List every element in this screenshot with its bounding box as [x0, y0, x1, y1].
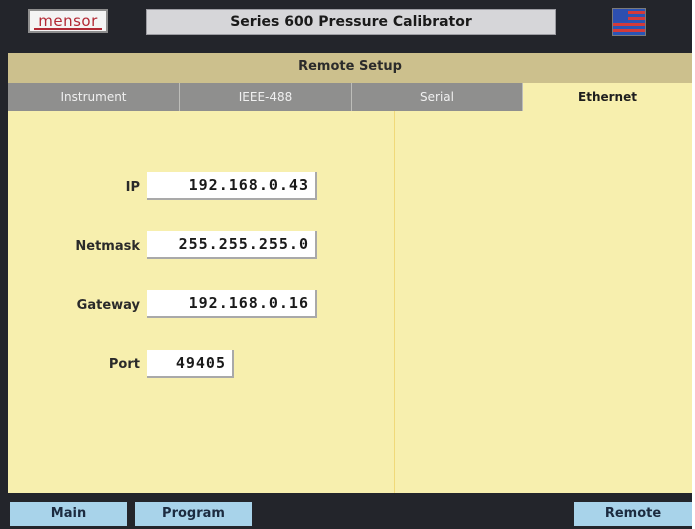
remote-button[interactable]: Remote — [574, 502, 692, 526]
tab-bar: Instrument IEEE-488 Serial Ethernet — [8, 83, 692, 111]
logo-underline — [34, 28, 102, 30]
us-flag-icon[interactable] — [612, 8, 646, 36]
tab-label: Serial — [420, 90, 454, 104]
netmask-field[interactable]: 255.255.255.0 — [147, 231, 317, 259]
tab-label: Instrument — [60, 90, 127, 104]
calibrator-display: mensor Series 600 Pressure Calibrator Re… — [0, 0, 695, 529]
remote-button-label: Remote — [604, 506, 662, 521]
main-button[interactable]: Main — [10, 502, 127, 526]
program-button[interactable]: Program — [135, 502, 252, 526]
bottom-bar: Main Program Remote — [0, 497, 692, 529]
section-header: Remote Setup — [8, 53, 692, 83]
gateway-field[interactable]: 192.168.0.16 — [147, 290, 317, 318]
section-title: Remote Setup — [298, 59, 402, 74]
tab-instrument[interactable]: Instrument — [8, 83, 180, 111]
program-button-label: Program — [162, 506, 225, 521]
ip-value: 192.168.0.43 — [188, 176, 309, 194]
remote-setup-screen: Remote Setup Instrument IEEE-488 Serial … — [8, 53, 692, 493]
ip-field[interactable]: 192.168.0.43 — [147, 172, 317, 200]
port-field[interactable]: 49405 — [147, 350, 234, 378]
mensor-logo: mensor — [28, 9, 108, 33]
tab-ethernet[interactable]: Ethernet — [523, 83, 692, 111]
port-label: Port — [108, 357, 140, 372]
port-value: 49405 — [175, 354, 226, 372]
netmask-label: Netmask — [75, 239, 140, 254]
title-bar: Series 600 Pressure Calibrator — [146, 9, 556, 35]
tab-label: IEEE-488 — [238, 90, 293, 104]
main-button-label: Main — [50, 506, 87, 521]
top-bar: mensor Series 600 Pressure Calibrator — [0, 0, 692, 48]
gateway-value: 192.168.0.16 — [188, 294, 309, 312]
device-title: Series 600 Pressure Calibrator — [230, 14, 472, 30]
tab-serial[interactable]: Serial — [352, 83, 523, 111]
gateway-label: Gateway — [76, 298, 140, 313]
netmask-value: 255.255.255.0 — [178, 235, 309, 253]
tab-label: Ethernet — [578, 90, 637, 104]
tab-ieee-488[interactable]: IEEE-488 — [180, 83, 352, 111]
panel-divider — [394, 111, 395, 493]
ip-label: IP — [125, 180, 140, 195]
